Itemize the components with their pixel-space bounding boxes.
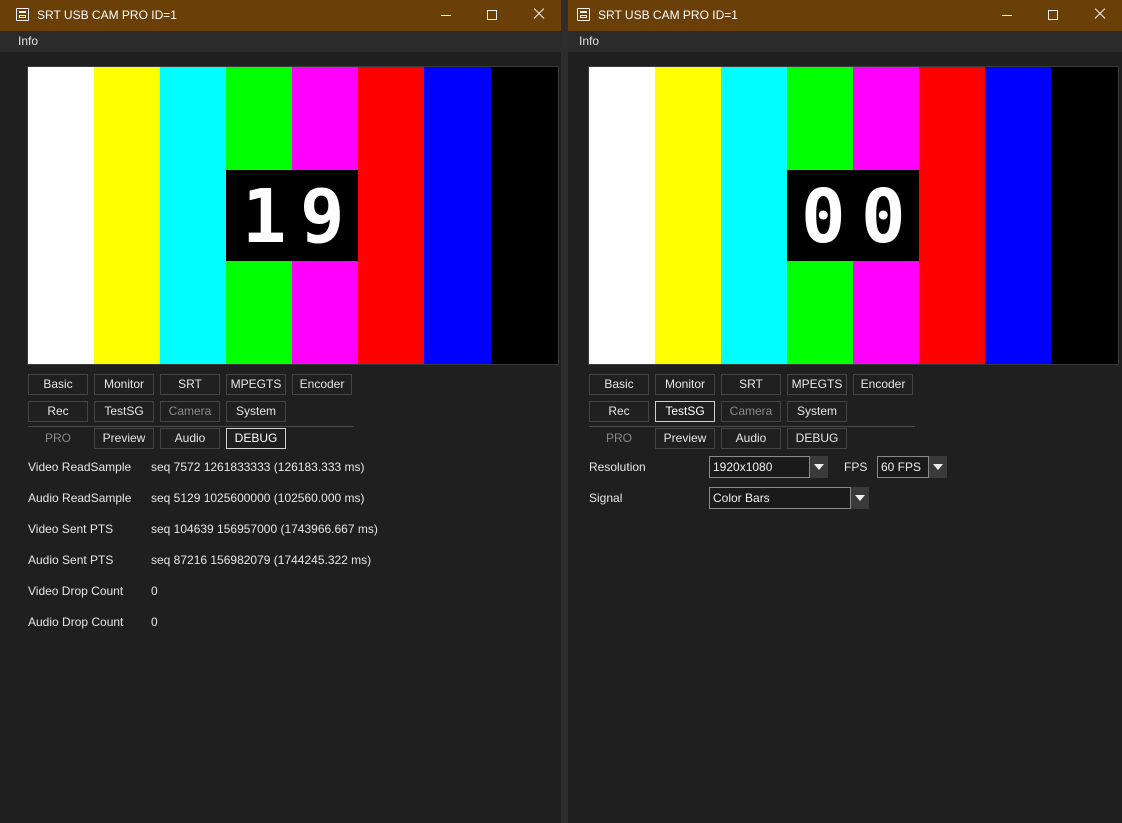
tab-encoder[interactable]: Encoder	[292, 374, 352, 395]
tab-basic[interactable]: Basic	[28, 374, 88, 395]
tab-mpegts[interactable]: MPEGTS	[226, 374, 286, 395]
debug-label: Video ReadSample	[28, 460, 132, 474]
counter-digit: 0	[861, 174, 906, 260]
minimize-icon	[441, 15, 451, 16]
tab-rec[interactable]: Rec	[589, 401, 649, 422]
color-bar-black	[1051, 67, 1118, 364]
tab-srt[interactable]: SRT	[160, 374, 220, 395]
minimize-button[interactable]	[423, 0, 469, 31]
close-icon	[532, 7, 546, 21]
title-bar[interactable]: SRT USB CAM PRO ID=1	[0, 0, 561, 31]
counter-digit: 9	[300, 174, 345, 260]
debug-value: seq 104639 156957000 (1743966.667 ms)	[151, 522, 378, 536]
fps-label: FPS	[844, 460, 868, 474]
tab-divider	[28, 426, 354, 427]
app-window-left: SRT USB CAM PRO ID=1 Info 1 9 Basic Moni…	[0, 0, 561, 823]
tab-camera: Camera	[721, 401, 781, 422]
tab-preview[interactable]: Preview	[655, 428, 715, 449]
fps-select[interactable]: 60 FPS	[877, 456, 947, 478]
dropdown-arrow-icon[interactable]	[810, 456, 828, 478]
window-title: SRT USB CAM PRO ID=1	[598, 8, 738, 22]
tab-audio[interactable]: Audio	[160, 428, 220, 449]
maximize-icon	[1048, 10, 1058, 20]
color-bar-blue	[424, 67, 491, 364]
tab-preview[interactable]: Preview	[94, 428, 154, 449]
maximize-button[interactable]	[1030, 0, 1076, 31]
window-title: SRT USB CAM PRO ID=1	[37, 8, 177, 22]
signal-select[interactable]: Color Bars	[709, 487, 869, 509]
frame-counter-overlay: 1 9	[226, 170, 358, 261]
tab-pro: PRO	[44, 431, 71, 445]
dropdown-arrow-icon[interactable]	[851, 487, 869, 509]
color-bar-red	[919, 67, 985, 364]
menu-bar: Info	[568, 31, 1122, 52]
tab-rec[interactable]: Rec	[28, 401, 88, 422]
video-preview: 0 0	[589, 67, 1118, 364]
debug-label: Video Sent PTS	[28, 522, 114, 536]
tab-system[interactable]: System	[787, 401, 847, 422]
tab-testsg[interactable]: TestSG	[94, 401, 154, 422]
counter-digit: 1	[242, 174, 287, 260]
tab-mpegts[interactable]: MPEGTS	[787, 374, 847, 395]
tab-monitor[interactable]: Monitor	[94, 374, 154, 395]
tab-pro: PRO	[605, 431, 632, 445]
tab-encoder[interactable]: Encoder	[853, 374, 913, 395]
resolution-select[interactable]: 1920x1080	[709, 456, 828, 478]
resolution-label: Resolution	[589, 460, 646, 474]
color-bar-cyan	[721, 67, 787, 364]
minimize-button[interactable]	[984, 0, 1030, 31]
window-gap	[561, 0, 568, 823]
menu-bar: Info	[0, 31, 561, 52]
color-bar-red	[358, 67, 424, 364]
color-bar-white	[589, 67, 655, 364]
debug-value: 0	[151, 615, 158, 629]
color-bar-black	[491, 67, 558, 364]
close-button[interactable]	[1076, 0, 1122, 31]
resolution-value: 1920x1080	[713, 460, 773, 474]
tab-divider	[589, 426, 915, 427]
tab-monitor[interactable]: Monitor	[655, 374, 715, 395]
close-icon	[1093, 7, 1107, 21]
debug-value: seq 5129 1025600000 (102560.000 ms)	[151, 491, 365, 505]
debug-label: Audio ReadSample	[28, 491, 132, 505]
tab-debug[interactable]: DEBUG	[787, 428, 847, 449]
tab-testsg[interactable]: TestSG	[655, 401, 715, 422]
debug-label: Audio Sent PTS	[28, 553, 114, 567]
color-bar-yellow	[94, 67, 160, 364]
color-bar-white	[28, 67, 94, 364]
maximize-icon	[487, 10, 497, 20]
debug-value: seq 7572 1261833333 (126183.333 ms)	[151, 460, 365, 474]
frame-counter-overlay: 0 0	[787, 170, 919, 261]
debug-label: Audio Drop Count	[28, 615, 124, 629]
fps-value: 60 FPS	[881, 460, 922, 474]
menu-info[interactable]: Info	[18, 34, 38, 48]
app-window-icon	[16, 8, 29, 21]
tab-audio[interactable]: Audio	[721, 428, 781, 449]
debug-value: seq 87216 156982079 (1744245.322 ms)	[151, 553, 372, 567]
minimize-icon	[1002, 15, 1012, 16]
close-button[interactable]	[515, 0, 561, 31]
tab-srt[interactable]: SRT	[721, 374, 781, 395]
tab-system[interactable]: System	[226, 401, 286, 422]
menu-info[interactable]: Info	[579, 34, 599, 48]
signal-value: Color Bars	[713, 491, 770, 505]
title-bar[interactable]: SRT USB CAM PRO ID=1	[568, 0, 1122, 31]
tab-debug[interactable]: DEBUG	[226, 428, 286, 449]
dropdown-arrow-icon[interactable]	[929, 456, 947, 478]
video-preview: 1 9	[28, 67, 558, 364]
counter-digit: 0	[801, 174, 846, 260]
app-window-right: SRT USB CAM PRO ID=1 Info 0 0 Basic Moni…	[568, 0, 1122, 823]
debug-label: Video Drop Count	[28, 584, 124, 598]
tab-camera: Camera	[160, 401, 220, 422]
color-bar-yellow	[655, 67, 721, 364]
tab-basic[interactable]: Basic	[589, 374, 649, 395]
color-bar-cyan	[160, 67, 226, 364]
app-window-icon	[577, 8, 590, 21]
maximize-button[interactable]	[469, 0, 515, 31]
signal-label: Signal	[589, 491, 623, 505]
color-bar-blue	[985, 67, 1051, 364]
debug-value: 0	[151, 584, 158, 598]
